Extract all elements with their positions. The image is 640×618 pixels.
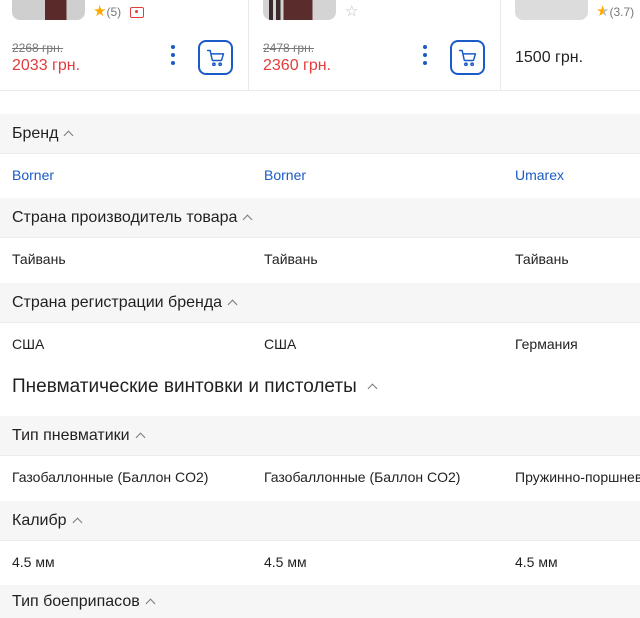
brand-link[interactable]: Borner [12, 167, 54, 183]
sale-price: 2033 грн. [12, 57, 81, 74]
section-title[interactable]: Пневматические винтовки и пистолеты [12, 376, 378, 398]
dot-icon [423, 45, 427, 49]
product-rating[interactable]: ☆ [345, 3, 359, 20]
cart-icon [458, 49, 476, 66]
star-icon: ★ [93, 3, 107, 20]
product-strip: ★ (5) 2268 грн. 2033 грн. ☆ 2478 грн. 23… [0, 0, 640, 91]
chevron-up-icon [242, 214, 253, 224]
dot-icon [171, 53, 175, 57]
spec-value: Пружинно-поршнево [515, 469, 640, 485]
group-header-type[interactable]: Тип пневматики [0, 416, 640, 456]
group-label: Страна производитель товара [12, 208, 238, 226]
spec-row-type: Газобаллонные (Баллон CO2) Газобаллонные… [0, 455, 640, 499]
cart-icon [206, 49, 224, 66]
rating-count: (5) [106, 5, 122, 19]
sale-price: 2360 грн. [263, 57, 332, 74]
chevron-up-icon [72, 517, 83, 527]
chevron-up-icon [367, 383, 378, 394]
product-rating[interactable]: ★ (3.7) [596, 3, 635, 20]
spec-value: 4.5 мм [12, 554, 55, 570]
star-half-icon: ★ [596, 3, 610, 20]
product-image[interactable] [515, 0, 588, 20]
spec-value: США [12, 336, 45, 352]
spec-value: Газобаллонные (Баллон CO2) [12, 469, 209, 485]
rating-count: (3.7) [609, 5, 635, 19]
chevron-up-icon [145, 598, 156, 608]
chevron-up-icon [227, 299, 238, 309]
group-label: Страна регистрации бренда [12, 293, 223, 311]
spec-value: Газобаллонные (Баллон CO2) [264, 469, 461, 485]
add-to-cart-button[interactable] [198, 40, 233, 75]
spec-row-brand: Borner Borner Umarex [0, 153, 640, 197]
chevron-up-icon [135, 432, 146, 442]
group-label: Тип боеприпасов [12, 592, 140, 610]
group-header-brand[interactable]: Бренд [0, 114, 640, 154]
product-price: 1500 грн. [515, 49, 584, 66]
old-price: 2478 грн. [263, 41, 315, 55]
product-image[interactable] [263, 0, 336, 20]
spec-value: Тайвань [12, 251, 66, 267]
star-outline-icon: ☆ [345, 3, 359, 20]
group-header-caliber[interactable]: Калибр [0, 501, 640, 541]
product-card: ☆ 2478 грн. 2360 грн. [249, 0, 501, 91]
group-label: Тип пневматики [12, 426, 130, 444]
chevron-up-icon [64, 130, 74, 140]
product-rating[interactable]: ★ (5) [93, 3, 145, 20]
add-to-cart-button[interactable] [450, 40, 485, 75]
spec-row-country-brand: США США Германия [0, 322, 640, 366]
dot-icon [171, 61, 175, 65]
group-label: Бренд [12, 124, 59, 142]
group-header-country-brand[interactable]: Страна регистрации бренда [0, 283, 640, 323]
dot-icon [423, 61, 427, 65]
product-image[interactable] [12, 0, 85, 20]
more-options-button[interactable] [422, 45, 428, 65]
more-options-button[interactable] [170, 45, 176, 65]
spec-row-country-made: Тайвань Тайвань Тайвань [0, 237, 640, 281]
spec-value: 4.5 мм [515, 554, 558, 570]
spec-value: Тайвань [515, 251, 569, 267]
group-label: Калибр [12, 511, 67, 529]
dot-icon [171, 45, 175, 49]
spec-value: 4.5 мм [264, 554, 307, 570]
group-header-ammo[interactable]: Тип боеприпасов [0, 585, 640, 618]
promo-ticket-icon [130, 6, 145, 18]
section-title-text: Пневматические винтовки и пистолеты [12, 376, 357, 397]
product-card: ★ (3.7) 1500 грн. [501, 0, 640, 91]
group-header-country-made[interactable]: Страна производитель товара [0, 198, 640, 238]
spec-value: Тайвань [264, 251, 318, 267]
product-card: ★ (5) 2268 грн. 2033 грн. [0, 0, 249, 91]
spec-value: США [264, 336, 297, 352]
spec-value: Германия [515, 336, 578, 352]
dot-icon [423, 53, 427, 57]
brand-link[interactable]: Umarex [515, 167, 564, 183]
old-price: 2268 грн. [12, 41, 64, 55]
brand-link[interactable]: Borner [264, 167, 306, 183]
spec-row-caliber: 4.5 мм 4.5 мм 4.5 мм [0, 540, 640, 584]
